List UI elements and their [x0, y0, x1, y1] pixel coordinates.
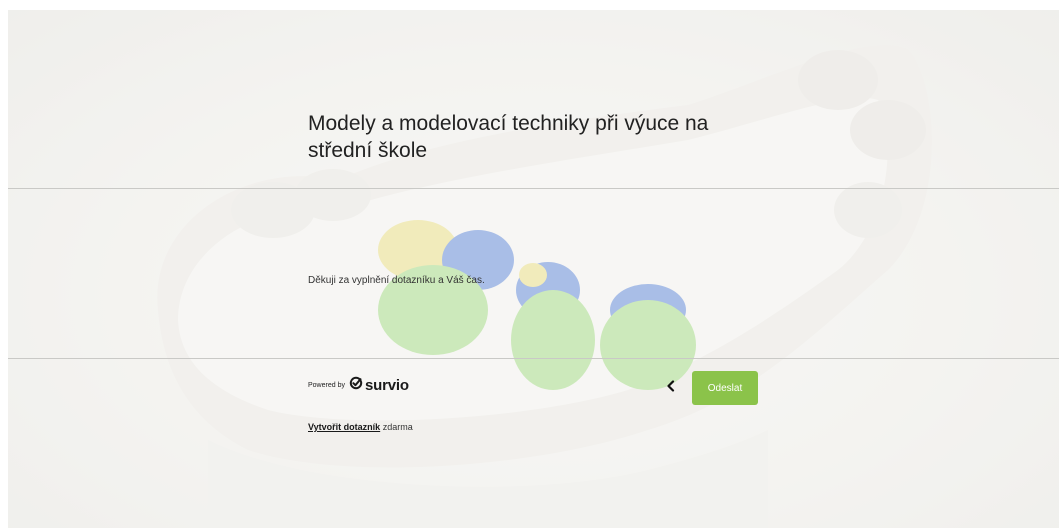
create-survey-line: Vytvořit dotazník zdarma: [308, 422, 413, 432]
survio-brand-text: survio: [364, 377, 409, 394]
divider-bottom: [8, 358, 1059, 359]
survio-check-icon: [349, 376, 363, 395]
survey-title: Modely a modelovací techniky při výuce n…: [308, 112, 709, 162]
create-survey-link[interactable]: Vytvořit dotazník: [308, 422, 380, 432]
back-button[interactable]: [662, 378, 680, 398]
survio-logo[interactable]: survio: [349, 376, 409, 395]
submit-button[interactable]: Odeslat: [692, 371, 758, 405]
background-veil: [8, 10, 1059, 528]
thank-you-message: Děkuji za vyplnění dotazníku a Váš čas.: [308, 275, 485, 286]
powered-by-label: Powered by: [308, 382, 345, 389]
create-survey-suffix: zdarma: [380, 422, 413, 432]
divider-top: [8, 188, 1059, 189]
powered-by: Powered by survio: [308, 376, 409, 395]
survey-page: Modely a modelovací techniky při výuce n…: [0, 0, 1059, 528]
chevron-left-icon: [666, 379, 676, 397]
